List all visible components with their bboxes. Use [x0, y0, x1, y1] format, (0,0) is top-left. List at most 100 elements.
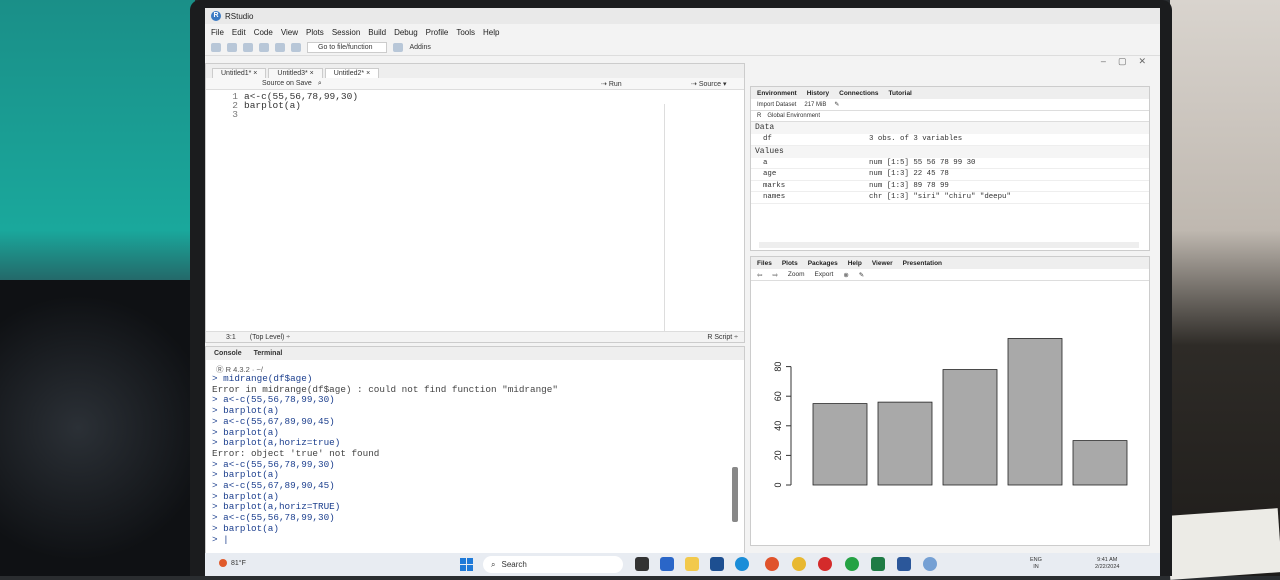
menu-item-session[interactable]: Session: [332, 28, 360, 37]
region-code: IN: [1033, 564, 1039, 570]
system-clock[interactable]: 9:41 AM 2/22/2024: [1095, 557, 1119, 571]
weather-temp: 81°F: [231, 559, 246, 567]
console-tab-console[interactable]: Console: [214, 350, 242, 357]
env-row[interactable]: df 3 obs. of 3 variables: [751, 134, 1149, 146]
goto-file-input[interactable]: Go to file/function: [307, 42, 388, 53]
store-icon[interactable]: [710, 557, 724, 571]
menu-item-edit[interactable]: Edit: [232, 28, 246, 37]
chrome-icon[interactable]: [792, 557, 806, 571]
print-icon[interactable]: [291, 43, 301, 52]
env-tab-history[interactable]: History: [807, 90, 829, 97]
y-tick-label: 60: [773, 391, 783, 401]
files-tab-help[interactable]: Help: [848, 260, 862, 267]
chat-icon[interactable]: [660, 557, 674, 571]
menu-item-file[interactable]: File: [211, 28, 224, 37]
search-icon[interactable]: ⌕: [318, 80, 322, 88]
console-scrollbar[interactable]: [732, 467, 738, 522]
console-line: > barplot(a): [212, 522, 279, 534]
memory-usage[interactable]: 217 MiB: [804, 102, 826, 108]
rstudio-logo-icon: R: [211, 11, 221, 21]
environment-pane: Environment History Connections Tutorial Im…: [750, 86, 1150, 251]
console-line: > |: [212, 533, 229, 545]
background-right: [1170, 0, 1280, 576]
menu-item-profile[interactable]: Profile: [426, 28, 449, 37]
new-project-icon[interactable]: [227, 43, 237, 52]
save-all-icon[interactable]: [275, 43, 285, 52]
editor-tab[interactable]: Untitled2* ×: [324, 68, 380, 78]
env-var-name: names: [763, 193, 786, 201]
menu-item-help[interactable]: Help: [483, 28, 499, 37]
env-row[interactable]: names chr [1:3] "siri" "chiru" "deepu": [751, 192, 1149, 204]
env-row[interactable]: a num [1:5] 55 56 78 99 30: [751, 158, 1149, 169]
filetype-selector[interactable]: R Script ÷: [707, 334, 738, 341]
close-icon[interactable]: ✕: [1138, 56, 1146, 67]
data-header: Data: [751, 122, 1149, 134]
edge-icon[interactable]: [735, 557, 749, 571]
file-explorer-icon[interactable]: [685, 557, 699, 571]
menu-item-plots[interactable]: Plots: [306, 28, 324, 37]
source-button[interactable]: ⇢ Source ▾: [691, 80, 726, 88]
env-tab-connections[interactable]: Connections: [839, 90, 878, 97]
global-env-selector[interactable]: Global Environment: [767, 113, 820, 119]
environment-hscroll[interactable]: [759, 242, 1139, 248]
console-tab-terminal[interactable]: Terminal: [254, 350, 283, 357]
code-area[interactable]: 1 a<-c(55,56,78,99,30) 2 barplot(a) 3: [206, 90, 744, 120]
zoom-button[interactable]: Zoom: [788, 271, 805, 278]
env-row[interactable]: marks num [1:3] 89 78 99: [751, 181, 1149, 192]
taskbar-search[interactable]: ⌕ Search: [483, 556, 623, 573]
scope-selector[interactable]: (Top Level) ÷: [250, 334, 290, 341]
export-button[interactable]: Export: [815, 271, 834, 278]
import-dataset-button[interactable]: Import Dataset: [757, 102, 796, 108]
open-file-icon[interactable]: [243, 43, 253, 52]
files-tab-packages[interactable]: Packages: [808, 260, 838, 267]
console-line: > a<-c(55,67,89,90,45): [212, 480, 335, 492]
menu-item-view[interactable]: View: [281, 28, 298, 37]
console-line: > a<-c(55,56,78,99,30): [212, 394, 335, 406]
opera-icon[interactable]: [765, 557, 779, 571]
minimize-icon[interactable]: –: [1101, 56, 1106, 67]
files-tab-viewer[interactable]: Viewer: [872, 260, 893, 267]
menu-item-tools[interactable]: Tools: [456, 28, 475, 37]
files-tab-files[interactable]: Files: [757, 260, 772, 267]
weather-widget[interactable]: 81°F: [219, 559, 246, 567]
editor-tab[interactable]: Untitled3* ×: [268, 68, 323, 78]
rstudio-taskbar-icon[interactable]: [923, 557, 937, 571]
remove-plot-icon[interactable]: ⊗: [843, 271, 848, 279]
word-icon[interactable]: [897, 557, 911, 571]
forward-arrow-icon[interactable]: ⇨: [772, 271, 777, 279]
bar-4: [1007, 338, 1063, 486]
addins-button[interactable]: Addins: [409, 44, 430, 51]
menu-item-code[interactable]: Code: [254, 28, 273, 37]
env-var-value: num [1:5] 55 56 78 99 30: [869, 158, 976, 167]
menu-item-debug[interactable]: Debug: [394, 28, 418, 37]
broom-icon[interactable]: ✎: [834, 101, 839, 108]
save-icon[interactable]: [259, 43, 269, 52]
source-on-save-checkbox[interactable]: Source on Save: [262, 80, 312, 87]
excel-icon[interactable]: [871, 557, 885, 571]
run-label: Run: [608, 80, 622, 88]
language-selector[interactable]: R: [757, 113, 761, 119]
console-output[interactable]: > midrange(df$age) Error in midrange(df$a…: [206, 373, 744, 545]
run-button[interactable]: ⇢ Run: [601, 80, 622, 88]
maximize-icon[interactable]: ▢: [1118, 56, 1127, 67]
files-tab-plots[interactable]: Plots: [782, 260, 798, 267]
grid-icon[interactable]: [393, 43, 404, 52]
back-arrow-icon[interactable]: ⇦: [757, 271, 762, 279]
files-tab-presentation[interactable]: Presentation: [903, 260, 942, 267]
env-tab-tutorial[interactable]: Tutorial: [889, 90, 912, 97]
start-button[interactable]: [460, 558, 473, 571]
clear-plots-icon[interactable]: ✎: [859, 271, 864, 279]
whatsapp-icon[interactable]: [845, 557, 859, 571]
editor-tab[interactable]: Untitled1* ×: [212, 68, 267, 78]
rstudio-screen: R RStudio File Edit Code View Plots Session Bu…: [205, 8, 1160, 576]
env-row[interactable]: age num [1:3] 22 45 78: [751, 169, 1149, 181]
menu-bar: File Edit Code View Plots Session Build Debug Pr…: [205, 25, 1160, 39]
language-indicator[interactable]: ENG IN: [1030, 557, 1042, 571]
menu-item-build[interactable]: Build: [368, 28, 386, 37]
env-tab-environment[interactable]: Environment: [757, 90, 797, 97]
y-tick-label: 80: [773, 362, 783, 372]
barplot: 0 20 40 60 80: [773, 338, 1128, 488]
opera-gx-icon[interactable]: [818, 557, 832, 571]
task-view-icon[interactable]: [635, 557, 649, 571]
new-file-icon[interactable]: [211, 43, 221, 52]
